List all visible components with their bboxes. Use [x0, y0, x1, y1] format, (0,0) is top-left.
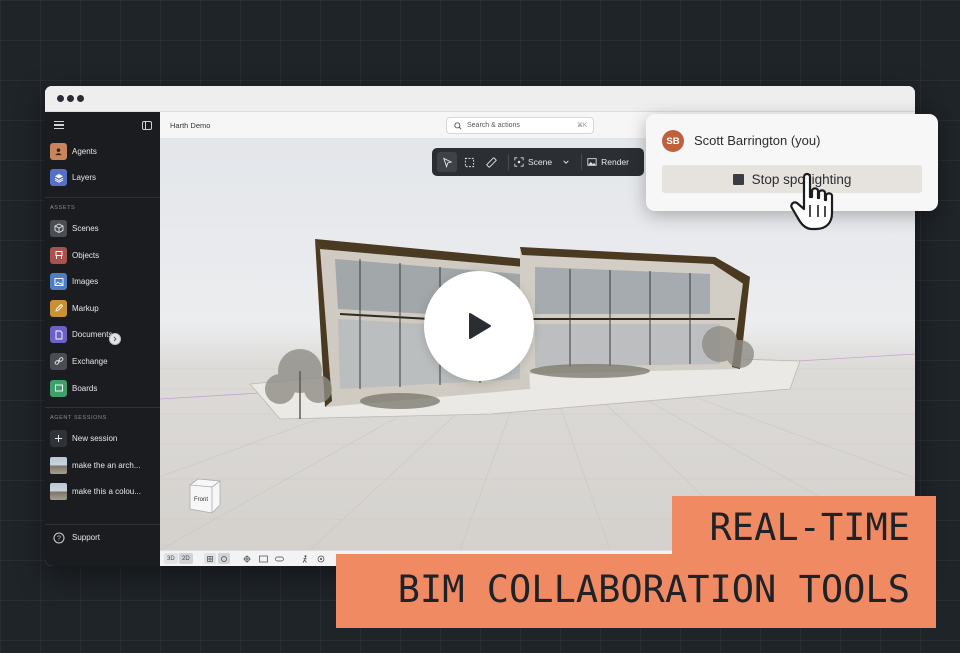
session-thumbnail: [50, 456, 67, 474]
pen-icon: [50, 299, 67, 317]
caption-line-2: BIM COLLABORATION TOOLS: [336, 554, 936, 628]
title-bar: [45, 86, 915, 112]
play-icon: [469, 313, 491, 339]
sidebar-item-label: make the an arch...: [72, 460, 141, 470]
image-icon: [587, 158, 597, 166]
sidebar-item-documents[interactable]: Documents: [45, 322, 160, 349]
ruler-icon: [485, 156, 497, 168]
stop-icon: [732, 173, 744, 185]
sidebar-item-label: New session: [72, 434, 118, 444]
sidebar-item-label: Images: [72, 277, 99, 287]
session-thumbnail: [50, 483, 67, 501]
sidebar-item-label: Support: [72, 533, 101, 543]
toolbar-divider: [508, 154, 509, 170]
divider: [45, 407, 160, 409]
hand-cursor-icon: [790, 172, 834, 231]
marquee-icon: [464, 157, 474, 167]
grid-view-icon[interactable]: [204, 553, 216, 564]
pointer-icon: [442, 156, 452, 168]
svg-text:?: ?: [57, 535, 61, 542]
board-icon: [50, 379, 67, 397]
divider: [45, 197, 160, 199]
agent-icon: [50, 142, 67, 160]
sidebar-item-objects[interactable]: Objects: [45, 242, 160, 269]
hamburger-menu-icon[interactable]: [54, 121, 64, 129]
move-icon[interactable]: [243, 555, 251, 563]
view-toolbar: Scene Render: [432, 148, 644, 176]
sidebar-item-scenes[interactable]: Scenes: [45, 215, 160, 242]
sidebar-item-label: make this a colou...: [72, 487, 141, 497]
focus-icon: [514, 157, 524, 167]
sidebar-item-label: Agents: [72, 146, 97, 156]
sidebar-item-session[interactable]: make the an arch...: [45, 452, 160, 479]
sidebar-item-label: Scenes: [72, 223, 99, 233]
user-name: Scott Barrington (you): [694, 133, 821, 148]
sidebar-item-session[interactable]: make this a colou...: [45, 479, 160, 506]
sidebar-header: [45, 112, 160, 138]
help-icon: ?: [50, 529, 67, 546]
agent-sessions-heading: AGENT SESSIONS: [50, 415, 107, 422]
search-shortcut: ⌘K: [576, 123, 587, 129]
cube-icon: [50, 219, 67, 237]
search-placeholder: Search & actions: [467, 122, 520, 129]
walk-icon[interactable]: [301, 555, 309, 563]
layers-icon: [50, 169, 67, 187]
link-icon: [50, 352, 67, 370]
marquee-tool-button[interactable]: [459, 152, 479, 172]
select-tool-button[interactable]: [437, 152, 457, 172]
sidebar-item-new-session[interactable]: New session: [45, 425, 160, 452]
project-name: Harth Demo: [170, 121, 211, 130]
sidebar-item-layers[interactable]: Layers: [45, 165, 160, 192]
sidebar-item-label: Exchange: [72, 356, 108, 366]
toolbar-divider: [581, 154, 583, 170]
sidebar: Agents Layers ASSETS Scenes Objects Imag…: [45, 112, 160, 566]
sidebar-item-exchange[interactable]: Exchange: [45, 348, 160, 375]
sidebar-item-label: Layers: [72, 173, 97, 183]
avatar: SB: [662, 130, 684, 152]
orbit-icon[interactable]: [317, 555, 325, 563]
mode-3d-button[interactable]: 3D: [164, 553, 178, 564]
sidebar-item-markup[interactable]: Markup: [45, 295, 160, 322]
collapse-sidebar-button[interactable]: [109, 333, 121, 345]
search-input[interactable]: Search & actions ⌘K: [446, 117, 594, 134]
play-video-button[interactable]: [424, 271, 534, 381]
sidebar-item-support[interactable]: ? Support: [45, 524, 160, 551]
render-button[interactable]: Render: [587, 157, 629, 167]
mode-2d-button[interactable]: 2D: [179, 553, 193, 564]
sidebar-item-images[interactable]: Images: [45, 268, 160, 295]
sidebar-item-label: Boards: [72, 383, 98, 393]
sidebar-item-label: Objects: [72, 250, 100, 260]
toggle-panel-icon[interactable]: [142, 121, 152, 130]
assets-heading: ASSETS: [50, 205, 76, 212]
search-icon: [454, 121, 462, 130]
keyboard-icon[interactable]: [259, 555, 268, 563]
window-menu-dots[interactable]: [57, 95, 84, 102]
render-label: Render: [601, 157, 629, 167]
sidebar-item-boards[interactable]: Boards: [45, 375, 160, 402]
sidebar-item-agents[interactable]: Agents: [45, 138, 160, 165]
caption-line-1: REAL-TIME: [672, 496, 936, 554]
sidebar-item-label: Documents: [72, 330, 113, 340]
sidebar-item-label: Markup: [72, 303, 99, 313]
view-cube[interactable]: Front: [186, 477, 224, 515]
image-icon: [50, 273, 67, 291]
chair-icon: [50, 246, 67, 264]
gamepad-icon[interactable]: [275, 555, 284, 563]
view-cube-face: Front: [194, 497, 208, 503]
document-icon: [50, 326, 67, 344]
chevron-down-icon: [563, 160, 569, 164]
measure-tool-button[interactable]: [481, 152, 501, 172]
scene-dropdown[interactable]: Scene: [514, 157, 570, 167]
chevron-right-icon: [113, 336, 117, 342]
globe-icon[interactable]: [218, 553, 230, 564]
plus-icon: [50, 430, 67, 448]
scene-label: Scene: [528, 157, 553, 167]
